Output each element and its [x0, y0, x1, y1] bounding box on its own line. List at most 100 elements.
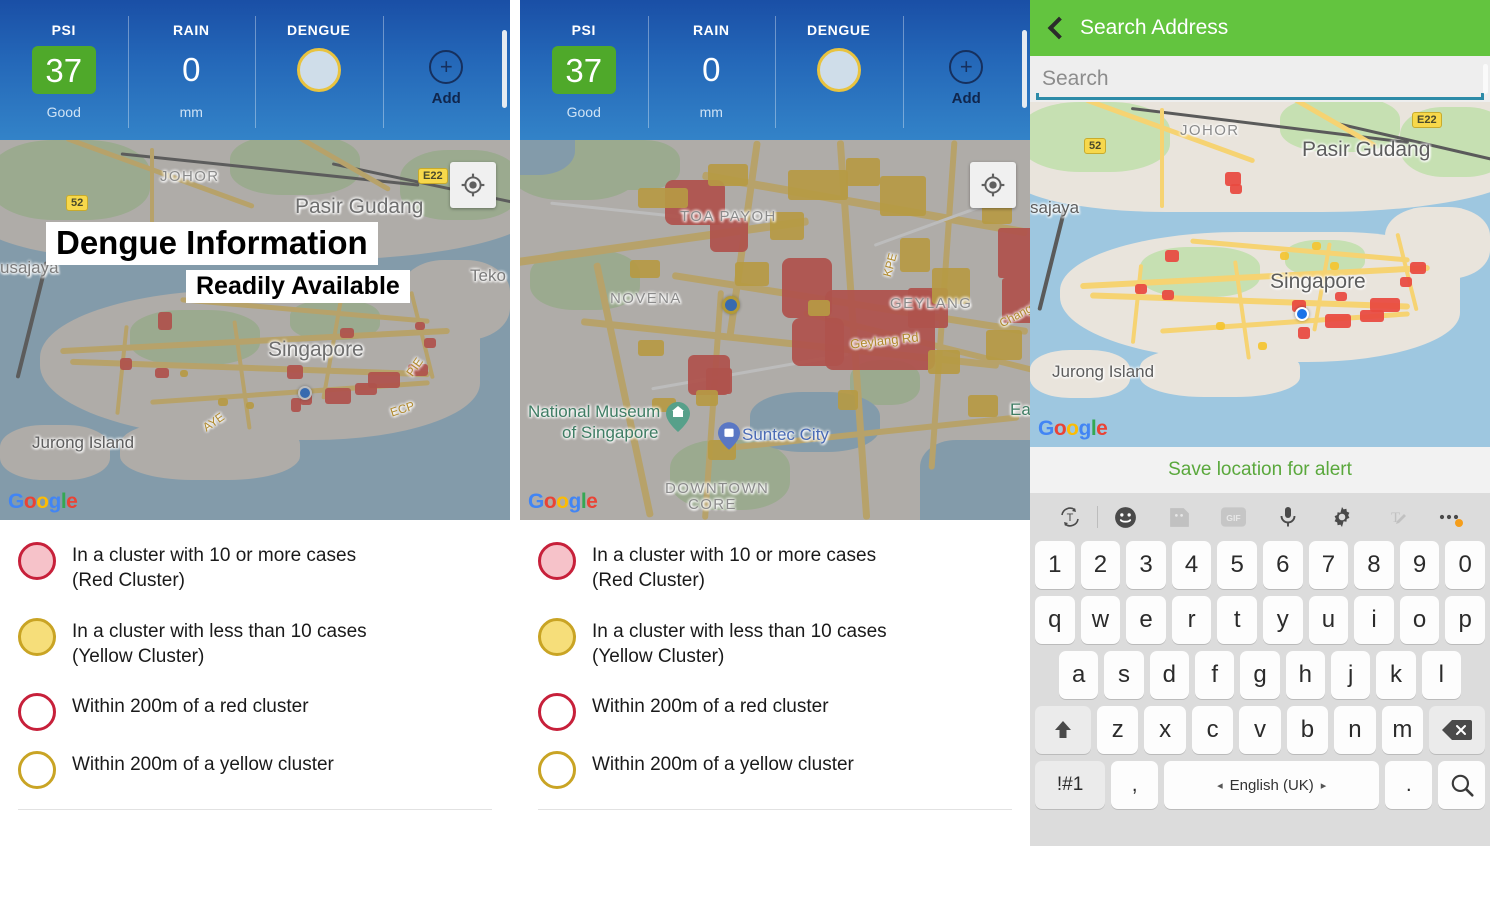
key-2[interactable]: 2: [1080, 541, 1121, 589]
search-input[interactable]: Search: [1030, 56, 1490, 102]
key-h[interactable]: h: [1285, 651, 1325, 699]
add-spacer: [964, 22, 969, 38]
key-0[interactable]: 0: [1445, 541, 1485, 589]
key-n[interactable]: n: [1334, 706, 1376, 754]
legend-swatch-near-yellow: [538, 751, 576, 790]
dengue-cell[interactable]: DENGUE: [255, 0, 383, 140]
rain-cell[interactable]: RAIN 0 mm: [647, 0, 776, 140]
key-7[interactable]: 7: [1308, 541, 1349, 589]
key-k[interactable]: k: [1376, 651, 1416, 699]
next-language-arrow[interactable]: ▸: [1321, 779, 1327, 792]
save-location-button[interactable]: Save location for alert: [1030, 447, 1490, 493]
more-options-icon[interactable]: [1423, 512, 1477, 527]
key-u[interactable]: u: [1308, 596, 1349, 644]
gif-icon[interactable]: GIF: [1206, 506, 1260, 528]
key-l[interactable]: l: [1421, 651, 1461, 699]
current-location-dot: [1295, 307, 1309, 321]
key-w[interactable]: w: [1080, 596, 1121, 644]
key-q[interactable]: q: [1035, 596, 1075, 644]
key-g[interactable]: g: [1240, 651, 1280, 699]
my-location-icon[interactable]: [450, 162, 496, 208]
psi-value: 37: [565, 51, 603, 89]
psi-cell[interactable]: PSI 37 Good: [520, 0, 648, 140]
legend-label-near-red: Within 200m of a red cluster: [72, 696, 309, 718]
key-x[interactable]: x: [1144, 706, 1186, 754]
add-cell[interactable]: + Add: [382, 0, 511, 140]
legend-swatch-near-red: [18, 693, 56, 732]
key-o[interactable]: o: [1399, 596, 1440, 644]
dengue-cell[interactable]: DENGUE: [775, 0, 903, 140]
key-d[interactable]: d: [1149, 651, 1189, 699]
zoomed-map[interactable]: TOA PAYOH NOVENA GEYLANG Geylang Rd KPE …: [520, 140, 1030, 520]
key-4[interactable]: 4: [1171, 541, 1212, 589]
key-i[interactable]: i: [1354, 596, 1394, 644]
translate-icon[interactable]: T: [1043, 505, 1097, 529]
add-spacer: [444, 22, 449, 38]
add-cell[interactable]: + Add: [902, 0, 1031, 140]
overview-map[interactable]: 52 E22 JOHOR Pasir Gudang usajaya Teko S…: [0, 140, 510, 520]
keyboard-row-low: z x c v b n m: [1035, 706, 1485, 754]
period-key[interactable]: .: [1385, 761, 1433, 809]
key-6[interactable]: 6: [1263, 541, 1303, 589]
rain-cell[interactable]: RAIN 0 mm: [127, 0, 256, 140]
google-watermark: Google: [528, 490, 598, 513]
key-s[interactable]: s: [1104, 651, 1144, 699]
legend-label-red-cluster: In a cluster with 10 or more cases (Red …: [72, 545, 357, 592]
emoji-icon[interactable]: [1098, 505, 1152, 530]
key-e[interactable]: e: [1126, 596, 1166, 644]
suntec-pin-icon[interactable]: [718, 422, 740, 450]
key-j[interactable]: j: [1330, 651, 1371, 699]
legend-swatch-red-cluster: [18, 542, 56, 580]
address-map[interactable]: 52 E22 JOHOR Pasir Gudang sajaya Singapo…: [1030, 102, 1490, 447]
save-location-label: Save location for alert: [1168, 459, 1352, 480]
dengue-label: DENGUE: [807, 22, 871, 38]
key-c[interactable]: c: [1191, 706, 1234, 754]
key-b[interactable]: b: [1286, 706, 1329, 754]
comma-key[interactable]: ,: [1111, 761, 1159, 809]
weather-scrollbar[interactable]: [502, 30, 507, 108]
key-z[interactable]: z: [1096, 706, 1139, 754]
rain-value: 0: [702, 51, 721, 88]
search-address-header: Search Address: [1030, 0, 1490, 56]
plus-icon[interactable]: +: [949, 50, 984, 84]
settings-icon[interactable]: [1315, 505, 1369, 529]
panel-zoomed: PSI 37 Good RAIN 0 mm DENGUE + Add TOA P…: [520, 0, 1030, 900]
microphone-icon[interactable]: [1261, 505, 1315, 529]
space-key[interactable]: ◂ English (UK) ▸: [1164, 761, 1380, 809]
keyboard-row-mid: a s d f g h j k l: [1035, 651, 1485, 699]
map-label-geylang: GEYLANG: [890, 295, 973, 312]
sticker-icon[interactable]: [1152, 505, 1206, 530]
legend-label-near-yellow: Within 200m of a yellow cluster: [72, 754, 334, 776]
search-underline: [1036, 93, 1484, 100]
search-scrollbar[interactable]: [1483, 64, 1488, 94]
key-f[interactable]: f: [1195, 651, 1235, 699]
key-1[interactable]: 1: [1035, 541, 1075, 589]
key-r[interactable]: r: [1171, 596, 1212, 644]
museum-pin-icon[interactable]: [666, 402, 690, 432]
add-label: Add: [951, 90, 981, 107]
key-y[interactable]: y: [1263, 596, 1303, 644]
legend-item: Within 200m of a yellow cluster: [538, 751, 1012, 790]
handwriting-icon[interactable]: T: [1369, 505, 1423, 529]
plus-icon[interactable]: +: [429, 50, 464, 84]
prev-language-arrow[interactable]: ◂: [1217, 779, 1223, 792]
key-m[interactable]: m: [1381, 706, 1424, 754]
key-t[interactable]: t: [1217, 596, 1257, 644]
key-a[interactable]: a: [1059, 651, 1099, 699]
key-9[interactable]: 9: [1399, 541, 1440, 589]
map-label-singapore: Singapore: [1270, 270, 1366, 293]
psi-status: Good: [46, 104, 81, 120]
key-p[interactable]: p: [1445, 596, 1485, 644]
psi-cell[interactable]: PSI 37 Good: [0, 0, 128, 140]
backspace-icon[interactable]: [1429, 706, 1485, 754]
shift-icon[interactable]: [1035, 706, 1091, 754]
key-5[interactable]: 5: [1217, 541, 1257, 589]
search-icon[interactable]: [1438, 761, 1485, 809]
back-chevron-icon[interactable]: [1044, 17, 1066, 39]
symbols-key[interactable]: !#1: [1035, 761, 1106, 809]
weather-scrollbar[interactable]: [1022, 30, 1027, 108]
key-8[interactable]: 8: [1354, 541, 1394, 589]
key-3[interactable]: 3: [1126, 541, 1166, 589]
key-v[interactable]: v: [1239, 706, 1281, 754]
my-location-icon[interactable]: [970, 162, 1016, 208]
